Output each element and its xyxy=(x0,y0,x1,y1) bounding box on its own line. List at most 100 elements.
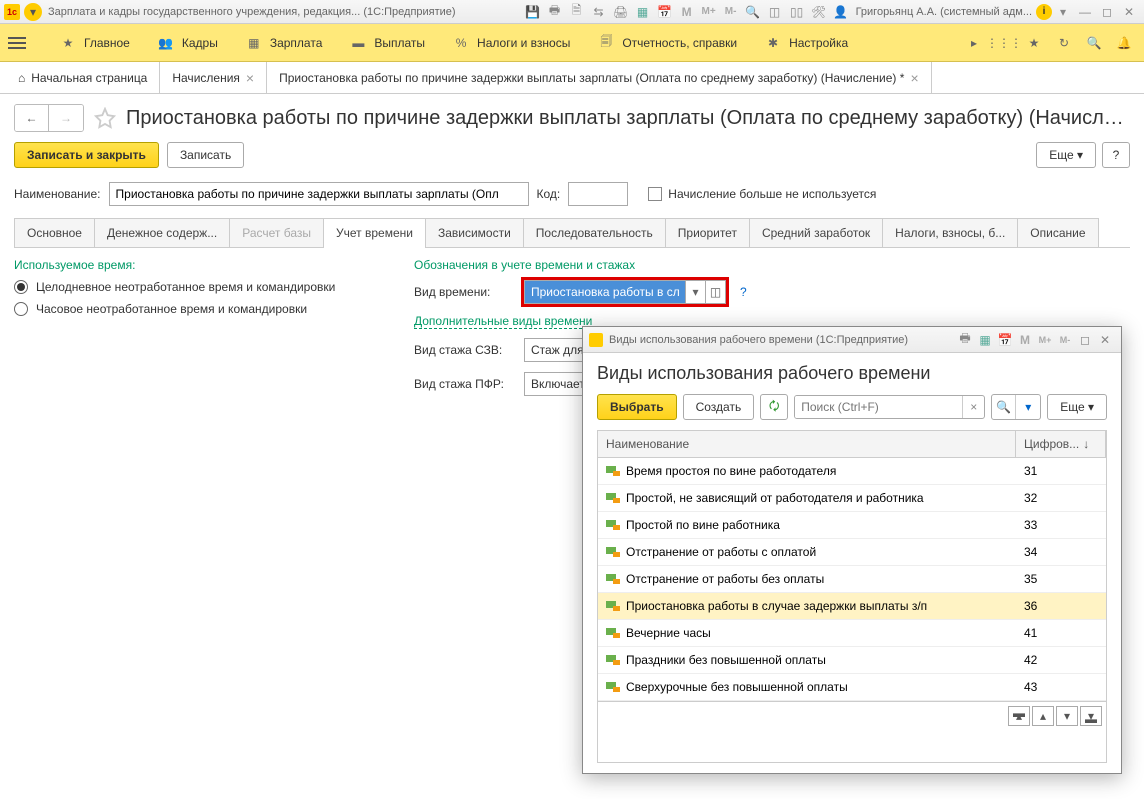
titlebar-zoom-icon[interactable]: 🔍 xyxy=(742,1,764,23)
subtab-sredniy[interactable]: Средний заработок xyxy=(749,218,883,247)
subtab-raschet[interactable]: Расчет базы xyxy=(229,218,324,247)
menu-kadry[interactable]: 👥Кадры xyxy=(144,24,232,62)
tab-home[interactable]: ⌂ Начальная страница xyxy=(6,62,160,93)
titlebar-info-icon[interactable]: i xyxy=(1036,4,1052,20)
more-button[interactable]: Еще ▾ xyxy=(1036,142,1096,168)
window-minimize-icon[interactable]: — xyxy=(1074,1,1096,23)
vid-vremeni-combo[interactable]: ▾ ◫ xyxy=(524,280,726,304)
search-go-icon[interactable]: 🔍 xyxy=(992,395,1016,419)
titlebar-windows-icon[interactable]: ▯▯ xyxy=(786,1,808,23)
refresh-icon[interactable]: 🗘 xyxy=(760,394,788,420)
scroll-top-icon[interactable]: ▬▴ xyxy=(1008,706,1030,726)
titlebar-save-icon[interactable]: 💾 xyxy=(522,1,544,23)
help-button[interactable]: ? xyxy=(1102,142,1130,168)
grid-row[interactable]: Праздники без повышенной оплаты42 xyxy=(598,647,1106,674)
dialog-calc-icon[interactable]: ▦ xyxy=(975,330,995,350)
dropdown-icon[interactable]: ▾ xyxy=(685,281,705,303)
subtab-prioritet[interactable]: Приоритет xyxy=(665,218,750,247)
clear-search-icon[interactable]: × xyxy=(962,396,984,418)
subtab-osnovnoe[interactable]: Основное xyxy=(14,218,95,247)
nav-forward-button[interactable]: → xyxy=(49,105,83,131)
scroll-up-icon[interactable]: ▴ xyxy=(1032,706,1054,726)
window-maximize-icon[interactable]: ◻ xyxy=(1096,1,1118,23)
col-name-header[interactable]: Наименование xyxy=(598,431,1016,457)
grid-header: Наименование Цифров...↓ xyxy=(598,431,1106,458)
scroll-down-icon[interactable]: ▾ xyxy=(1056,706,1078,726)
scroll-bottom-icon[interactable]: ▾▬ xyxy=(1080,706,1102,726)
titlebar-dropdown-icon[interactable]: ▾ xyxy=(24,3,42,21)
titlebar-mplus-icon[interactable]: M+ xyxy=(698,1,720,23)
menu-nalogi[interactable]: %Налоги и взносы xyxy=(439,24,584,62)
window-close-icon[interactable]: ✕ xyxy=(1118,1,1140,23)
menu-otchetnost[interactable]: 🗐Отчетность, справки xyxy=(584,24,751,62)
titlebar-printer-icon[interactable]: 🖨 xyxy=(610,1,632,23)
create-button[interactable]: Создать xyxy=(683,394,755,420)
grid-row[interactable]: Сверхурочные без повышенной оплаты43 xyxy=(598,674,1106,701)
not-used-checkbox[interactable] xyxy=(648,187,662,201)
favorite-star-icon[interactable] xyxy=(94,107,116,129)
dialog-calendar-icon[interactable]: 📅 xyxy=(995,330,1015,350)
titlebar-info-dropdown-icon[interactable]: ▾ xyxy=(1052,1,1074,23)
search-icon[interactable]: 🔍 xyxy=(1082,31,1106,55)
grid-row[interactable]: Приостановка работы в случае задержки вы… xyxy=(598,593,1106,620)
menu-nastroyka[interactable]: ✱Настройка xyxy=(751,24,862,62)
save-close-button[interactable]: Записать и закрыть xyxy=(14,142,159,168)
radio-chasovoe[interactable]: Часовое неотработанное время и командиро… xyxy=(14,302,374,316)
subtab-denezhnoe[interactable]: Денежное содерж... xyxy=(94,218,230,247)
menu-main[interactable]: ★Главное xyxy=(46,24,144,62)
close-icon[interactable]: × xyxy=(910,70,918,86)
help-icon[interactable]: ? xyxy=(740,285,747,299)
grid-row[interactable]: Простой, не зависящий от работодателя и … xyxy=(598,485,1106,512)
titlebar-calendar-icon[interactable]: 📅 xyxy=(654,1,676,23)
search-input[interactable] xyxy=(795,396,962,418)
favorite-icon[interactable]: ★ xyxy=(1022,31,1046,55)
dialog-more-button[interactable]: Еще ▾ xyxy=(1047,394,1107,420)
vid-vremeni-input[interactable] xyxy=(525,281,685,303)
subtab-nalogi[interactable]: Налоги, взносы, б... xyxy=(882,218,1018,247)
dialog-mminus-icon[interactable]: M- xyxy=(1055,330,1075,350)
radio-celodnevnoe[interactable]: Целодневное неотработанное время и коман… xyxy=(14,280,374,294)
menu-vyplaty[interactable]: ▬Выплаты xyxy=(336,24,439,62)
select-button[interactable]: Выбрать xyxy=(597,394,677,420)
dialog-m-icon[interactable]: M xyxy=(1015,330,1035,350)
grid-row[interactable]: Вечерние часы41 xyxy=(598,620,1106,647)
titlebar-calc-icon[interactable]: ▦ xyxy=(632,1,654,23)
grid-row[interactable]: Простой по вине работника33 xyxy=(598,512,1106,539)
hamburger-icon[interactable] xyxy=(8,29,36,57)
dialog-maximize-icon[interactable]: ◻ xyxy=(1075,330,1095,350)
grid-icon[interactable]: ⋮⋮⋮ xyxy=(992,31,1016,55)
dialog-print-icon[interactable]: 🖶 xyxy=(955,330,975,350)
name-field[interactable] xyxy=(109,182,529,206)
tab-priostanovka[interactable]: Приостановка работы по причине задержки … xyxy=(267,62,932,93)
titlebar-preview-icon[interactable]: 🗎 xyxy=(566,1,588,23)
grid-row[interactable]: Отстранение от работы без оплаты35 xyxy=(598,566,1106,593)
col-code-header[interactable]: Цифров...↓ xyxy=(1016,431,1106,457)
subtab-uchet[interactable]: Учет времени xyxy=(323,218,426,247)
titlebar-mminus-icon[interactable]: M- xyxy=(720,1,742,23)
history-icon[interactable]: ↻ xyxy=(1052,31,1076,55)
save-button[interactable]: Записать xyxy=(167,142,244,168)
subtab-opisanie[interactable]: Описание xyxy=(1017,218,1098,247)
additional-types-link[interactable]: Дополнительные виды времени xyxy=(414,314,592,329)
bell-icon[interactable]: 🔔 xyxy=(1112,31,1136,55)
nav-back-button[interactable]: ← xyxy=(15,105,49,131)
subtab-posledovatelnost[interactable]: Последовательность xyxy=(523,218,666,247)
menu-zarplata[interactable]: ▦Зарплата xyxy=(232,24,337,62)
search-group: × xyxy=(794,395,985,419)
menu-expand-icon[interactable]: ▸ xyxy=(962,31,986,55)
titlebar-compare-icon[interactable]: ⇆ xyxy=(588,1,610,23)
subtab-zavisimosti[interactable]: Зависимости xyxy=(425,218,524,247)
open-icon[interactable]: ◫ xyxy=(705,281,725,303)
titlebar-window-icon[interactable]: ◫ xyxy=(764,1,786,23)
dialog-mplus-icon[interactable]: M+ xyxy=(1035,330,1055,350)
dialog-close-icon[interactable]: ✕ xyxy=(1095,330,1115,350)
grid-row[interactable]: Время простоя по вине работодателя31 xyxy=(598,458,1106,485)
titlebar-tool-icon[interactable]: 🛠 xyxy=(808,1,830,23)
search-options-icon[interactable]: ▾ xyxy=(1016,395,1040,419)
code-field[interactable] xyxy=(568,182,628,206)
titlebar-print-icon[interactable]: 🖶 xyxy=(544,1,566,23)
close-icon[interactable]: × xyxy=(246,70,254,86)
titlebar-m-icon[interactable]: M xyxy=(676,1,698,23)
grid-row[interactable]: Отстранение от работы с оплатой34 xyxy=(598,539,1106,566)
tab-nachisleniya[interactable]: Начисления × xyxy=(160,62,267,93)
